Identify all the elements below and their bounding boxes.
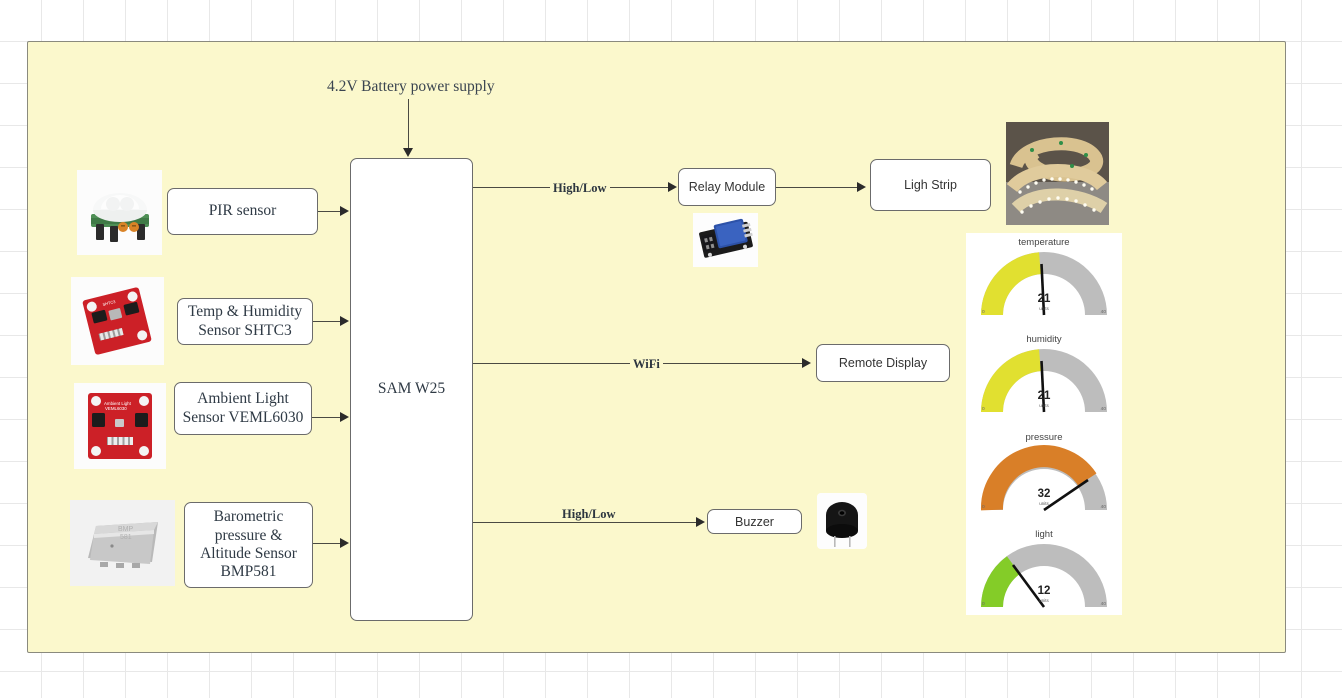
gauge-units-humidity: units <box>1039 403 1049 408</box>
connector-relay-to-lightstrip <box>776 187 860 188</box>
sensor-node-veml6030[interactable]: Ambient Light Sensor VEML6030 <box>174 382 312 435</box>
edge-label-relay: High/Low <box>550 181 610 196</box>
connector-display-arrow <box>802 358 811 368</box>
connector-lightstrip-arrow <box>857 182 866 192</box>
gauge-max-pressure: 40 <box>1100 505 1106 510</box>
edge-label-buzzer: High/Low <box>559 507 619 522</box>
svg-text:VEML6030: VEML6030 <box>105 406 127 411</box>
connector-veml6030-arrow <box>340 412 349 422</box>
gauge-max-humidity: 40 <box>1100 407 1106 412</box>
gauge-value-light: 12 <box>1037 585 1051 597</box>
sensor-gauge-panel: temperature 21 units 0 40 humidity 21 un… <box>966 233 1122 615</box>
sensor-node-pir[interactable]: PIR sensor <box>167 188 318 235</box>
power-connector-arrow <box>403 148 413 157</box>
shtc3-sensor-photo: SHTC3 <box>71 277 164 365</box>
connector-relay-arrow <box>668 182 677 192</box>
svg-text:BMP: BMP <box>118 526 134 533</box>
connector-bmp581-arrow <box>340 538 349 548</box>
connector-shtc3-arrow <box>340 316 349 326</box>
led-light-strip-photo <box>1006 122 1109 225</box>
edge-label-display: WiFi <box>630 357 663 372</box>
connector-bmp581-to-mcu <box>313 543 342 544</box>
output-label-remote-display: Remote Display <box>838 356 928 370</box>
output-label-relay-module: Relay Module <box>688 180 766 194</box>
gauge-pressure: pressure 32 units 0 40 <box>974 432 1114 536</box>
controller-label: SAM W25 <box>377 380 446 398</box>
output-label-light-strip: Ligh Strip <box>904 178 957 192</box>
gauge-min-humidity: 0 <box>982 407 985 412</box>
gauge-min-pressure: 0 <box>982 505 985 510</box>
sensor-label-pir: PIR sensor <box>208 202 277 220</box>
gauge-min-temperature: 0 <box>982 310 985 315</box>
veml6030-sensor-photo: Ambient Light VEML6030 <box>74 383 166 469</box>
gauge-units-light: units <box>1039 598 1049 603</box>
connector-mcu-to-buzzer <box>473 522 699 523</box>
gauge-max-light: 40 <box>1100 602 1106 607</box>
connector-veml6030-to-mcu <box>312 417 342 418</box>
controller-node-sam-w25[interactable]: SAM W25 <box>350 158 473 621</box>
relay-module-photo <box>693 213 758 267</box>
gauge-light: light 12 units 0 40 <box>974 529 1114 633</box>
bmp581-sensor-photo: BMP 581 <box>70 500 175 586</box>
connector-shtc3-to-mcu <box>313 321 342 322</box>
power-connector-line <box>408 99 409 151</box>
gauge-units-temperature: units <box>1039 306 1049 311</box>
svg-text:581: 581 <box>120 534 132 541</box>
connector-pir-arrow <box>340 206 349 216</box>
output-node-remote-display[interactable]: Remote Display <box>816 344 950 382</box>
sensor-label-shtc3: Temp & Humidity Sensor SHTC3 <box>187 303 303 339</box>
gauge-max-temperature: 40 <box>1100 310 1106 315</box>
pir-sensor-photo <box>77 170 162 255</box>
output-node-buzzer[interactable]: Buzzer <box>707 509 802 534</box>
gauge-temperature: temperature 21 units 0 40 <box>974 237 1114 341</box>
output-node-light-strip[interactable]: Ligh Strip <box>870 159 991 211</box>
power-supply-title: 4.2V Battery power supply <box>327 78 495 95</box>
sensor-label-bmp581: Barometric pressure & Altitude Sensor BM… <box>200 508 297 581</box>
buzzer-photo <box>817 493 867 549</box>
output-label-buzzer: Buzzer <box>735 514 774 529</box>
output-node-relay-module[interactable]: Relay Module <box>678 168 776 206</box>
gauge-title-humidity: humidity <box>1026 334 1062 345</box>
gauge-value-temperature: 21 <box>1037 293 1051 305</box>
connector-pir-to-mcu <box>318 211 342 212</box>
gauge-humidity: humidity 21 units 0 40 <box>974 334 1114 438</box>
sensor-node-shtc3[interactable]: Temp & Humidity Sensor SHTC3 <box>177 298 313 345</box>
gauge-units-pressure: units <box>1039 501 1049 506</box>
gauge-title-pressure: pressure <box>1025 432 1063 443</box>
gauge-value-pressure: 32 <box>1037 488 1051 500</box>
sensor-label-veml6030: Ambient Light Sensor VEML6030 <box>182 390 304 426</box>
diagram-stage: 4.2V Battery power supply SAM W25 SHTC3 … <box>0 0 1342 698</box>
gauge-title-light: light <box>1035 529 1053 540</box>
sensor-node-bmp581[interactable]: Barometric pressure & Altitude Sensor BM… <box>184 502 313 588</box>
gauge-min-light: 0 <box>982 602 985 607</box>
connector-buzzer-arrow <box>696 517 705 527</box>
gauge-value-humidity: 21 <box>1037 390 1051 402</box>
gauge-title-temperature: temperature <box>1018 237 1070 248</box>
